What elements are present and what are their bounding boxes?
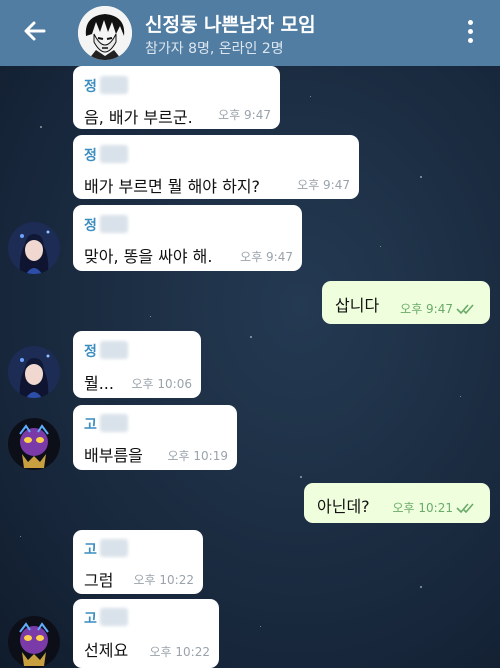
blurred-name	[99, 539, 128, 557]
message-text: 선제요	[84, 641, 129, 660]
message-bubble-outgoing[interactable]: 삽니다 오후 9:47	[322, 281, 490, 324]
message-text: 맞아, 똥을 싸야 해.	[84, 247, 213, 266]
message-bubble[interactable]: 정 맞아, 똥을 싸야 해. 오후 9:47	[73, 205, 302, 271]
message-text: 배가 부르면 뭘 해야 하지?	[84, 177, 261, 196]
user-avatar[interactable]	[8, 346, 60, 398]
message-text: 뭘...	[84, 374, 114, 393]
sender-name[interactable]: 고	[84, 608, 128, 628]
read-checkmarks-icon	[456, 304, 474, 315]
sender-name[interactable]: 정	[84, 145, 128, 165]
message-bubble[interactable]: 정 음, 배가 부르군. 오후 9:47	[73, 66, 280, 129]
message-text: 삽니다	[335, 296, 380, 315]
message-time: 오후 9:47	[400, 302, 453, 316]
message-time: 오후 10:06	[131, 377, 192, 391]
group-avatar[interactable]	[78, 6, 132, 60]
blurred-name	[99, 341, 128, 359]
message-text: 그럼	[84, 571, 114, 590]
message-list[interactable]: 정 음, 배가 부르군. 오후 9:47 정 배가 부르면 뭘 해야 하지? 오…	[0, 66, 500, 668]
blurred-name	[99, 215, 128, 233]
message-bubble[interactable]: 고 선제요 오후 10:22	[73, 599, 219, 668]
message-bubble[interactable]: 고 배부름을 오후 10:19	[73, 405, 237, 470]
message-text: 음, 배가 부르군.	[84, 108, 193, 127]
sender-name[interactable]: 고	[84, 539, 128, 559]
message-time: 오후 9:47	[218, 108, 271, 122]
sender-name[interactable]: 정	[84, 76, 128, 96]
sender-name[interactable]: 정	[84, 215, 128, 235]
chat-subtitle: 참가자 8명, 온라인 2명	[145, 41, 284, 57]
more-options-icon[interactable]	[462, 18, 478, 48]
user-avatar[interactable]	[8, 616, 60, 668]
message-text: 배부름을	[84, 446, 143, 465]
back-arrow-icon[interactable]	[20, 16, 50, 46]
sender-name[interactable]: 고	[84, 414, 128, 434]
message-bubble-outgoing[interactable]: 아닌데? 오후 10:21	[304, 483, 490, 523]
chat-title[interactable]: 신정동 나쁜남자 모임	[145, 10, 316, 37]
message-bubble[interactable]: 정 뭘... 오후 10:06	[73, 331, 201, 398]
user-avatar[interactable]	[8, 222, 60, 274]
blurred-name	[99, 414, 128, 432]
message-bubble[interactable]: 정 배가 부르면 뭘 해야 하지? 오후 9:47	[73, 135, 359, 199]
message-time: 오후 10:22	[133, 573, 194, 587]
blurred-name	[99, 76, 128, 94]
user-avatar[interactable]	[8, 418, 60, 470]
message-time: 오후 9:47	[297, 178, 350, 192]
read-checkmarks-icon	[456, 503, 474, 514]
blurred-name	[99, 608, 128, 626]
message-time: 오후 10:22	[149, 645, 210, 659]
blurred-name	[99, 145, 128, 163]
chat-header: 신정동 나쁜남자 모임 참가자 8명, 온라인 2명	[0, 0, 500, 66]
message-text: 아닌데?	[317, 497, 370, 516]
sender-name[interactable]: 정	[84, 341, 128, 361]
message-bubble[interactable]: 고 그럼 오후 10:22	[73, 530, 203, 594]
message-time: 오후 9:47	[240, 250, 293, 264]
message-time: 오후 10:19	[167, 449, 228, 463]
message-time: 오후 10:21	[392, 501, 453, 515]
